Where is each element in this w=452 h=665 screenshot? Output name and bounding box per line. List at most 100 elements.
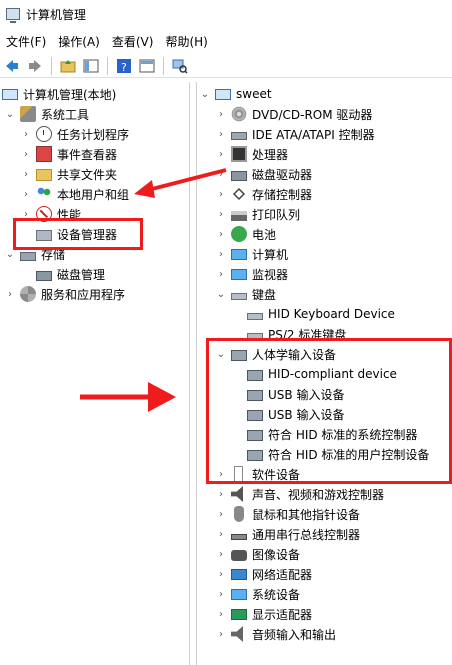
chevron-right-icon[interactable]: ›: [215, 168, 227, 180]
menu-view[interactable]: 查看(V): [106, 33, 160, 50]
disk-drive-icon: [231, 170, 247, 181]
chevron-down-icon[interactable]: ⌄: [4, 248, 16, 260]
up-level-button[interactable]: [58, 56, 78, 76]
chevron-right-icon[interactable]: ›: [215, 148, 227, 160]
show-hide-tree-button[interactable]: [81, 56, 101, 76]
chevron-right-icon[interactable]: ›: [215, 108, 227, 120]
chevron-down-icon[interactable]: ⌄: [4, 108, 16, 120]
device-item[interactable]: PS/2 标准键盘: [247, 324, 346, 344]
device-category[interactable]: › 显示适配器: [215, 604, 312, 624]
chevron-right-icon[interactable]: ›: [215, 468, 227, 480]
tree-label: 事件查看器: [57, 147, 118, 162]
chevron-right-icon[interactable]: ›: [215, 508, 227, 520]
chevron-right-icon[interactable]: ›: [20, 188, 32, 200]
device-item[interactable]: HID-compliant device: [247, 364, 397, 384]
tree-item-task-scheduler[interactable]: › 任务计划程序: [20, 124, 129, 144]
tree-item-storage[interactable]: ⌄ 存储: [4, 244, 65, 264]
chevron-right-icon[interactable]: ›: [20, 168, 32, 180]
device-item[interactable]: USB 输入设备: [247, 384, 344, 404]
device-category[interactable]: › 打印队列: [215, 204, 300, 224]
menu-help[interactable]: 帮助(H): [159, 33, 213, 50]
back-button[interactable]: [2, 56, 22, 76]
device-category[interactable]: › 监视器: [215, 264, 288, 284]
hid-icon: [247, 450, 263, 461]
device-category[interactable]: › 网络适配器: [215, 564, 312, 584]
device-manager-icon: [36, 230, 52, 241]
chevron-right-icon[interactable]: ›: [215, 188, 227, 200]
device-item[interactable]: HID Keyboard Device: [247, 304, 395, 324]
chevron-right-icon[interactable]: ›: [215, 268, 227, 280]
tree-label: 性能: [57, 207, 82, 222]
device-category[interactable]: › 处理器: [215, 144, 288, 164]
help-button[interactable]: ?: [114, 56, 134, 76]
tree-item-device-manager[interactable]: 设备管理器: [36, 224, 117, 244]
device-category[interactable]: › 图像设备: [215, 544, 300, 564]
menu-file[interactable]: 文件(F): [0, 33, 52, 50]
device-category[interactable]: › 存储控制器: [215, 184, 312, 204]
shared-folder-icon: [36, 169, 52, 181]
device-category-hid[interactable]: ⌄ 人体学输入设备: [215, 344, 336, 364]
menu-action[interactable]: 操作(A): [52, 33, 106, 50]
chevron-right-icon[interactable]: ›: [215, 588, 227, 600]
chevron-right-icon[interactable]: ›: [215, 248, 227, 260]
chevron-right-icon[interactable]: ›: [215, 568, 227, 580]
dvd-drive-icon: [231, 106, 247, 122]
chevron-right-icon[interactable]: ›: [215, 488, 227, 500]
chevron-right-icon[interactable]: ›: [215, 628, 227, 640]
tree-label: sweet: [236, 87, 272, 101]
device-item[interactable]: 符合 HID 标准的用户控制设备: [247, 444, 429, 464]
chevron-down-icon[interactable]: ⌄: [215, 348, 227, 360]
chevron-right-icon[interactable]: ›: [20, 208, 32, 220]
device-category[interactable]: › 电池: [215, 224, 276, 244]
device-category[interactable]: › 音频输入和输出: [215, 624, 336, 644]
processor-icon: [231, 146, 247, 162]
chevron-down-icon[interactable]: ⌄: [215, 288, 227, 300]
tree-label: 存储: [41, 247, 66, 262]
tree-label: 系统设备: [252, 587, 301, 602]
device-category[interactable]: › 系统设备: [215, 584, 300, 604]
chevron-right-icon[interactable]: ›: [215, 528, 227, 540]
properties-button[interactable]: [137, 56, 157, 76]
device-item[interactable]: USB 输入设备: [247, 404, 344, 424]
menu-bar: 文件(F) 操作(A) 查看(V) 帮助(H): [0, 30, 452, 52]
device-tree-root[interactable]: ⌄ sweet: [199, 84, 272, 104]
device-category[interactable]: › 计算机: [215, 244, 288, 264]
device-category[interactable]: › 鼠标和其他指针设备: [215, 504, 360, 524]
chevron-right-icon[interactable]: ›: [215, 128, 227, 140]
tree-item-system-tools[interactable]: ⌄ 系统工具: [4, 104, 89, 124]
tree-item-services-apps[interactable]: › 服务和应用程序: [4, 284, 125, 304]
tree-item-shared-folders[interactable]: › 共享文件夹: [20, 164, 117, 184]
tree-item-event-viewer[interactable]: › 事件查看器: [20, 144, 117, 164]
device-category[interactable]: › 磁盘驱动器: [215, 164, 312, 184]
chevron-right-icon[interactable]: ›: [20, 128, 32, 140]
tree-item-root[interactable]: 计算机管理(本地): [2, 84, 116, 104]
clock-icon: [36, 126, 52, 142]
hid-icon: [247, 390, 263, 401]
chevron-right-icon[interactable]: ›: [215, 608, 227, 620]
device-category[interactable]: › 声音、视频和游戏控制器: [215, 484, 384, 504]
arrow-right-icon: [29, 59, 41, 72]
tree-label: 任务计划程序: [57, 127, 130, 142]
tree-label: 共享文件夹: [57, 167, 118, 182]
device-item[interactable]: 符合 HID 标准的系统控制器: [247, 424, 417, 444]
device-category[interactable]: › DVD/CD-ROM 驱动器: [215, 104, 372, 124]
chevron-right-icon[interactable]: ›: [4, 288, 16, 300]
forward-button[interactable]: [25, 56, 45, 76]
device-category-keyboard[interactable]: ⌄ 键盘: [215, 284, 276, 304]
device-category[interactable]: › IDE ATA/ATAPI 控制器: [215, 124, 375, 144]
tree-label: USB 输入设备: [268, 387, 345, 402]
tree-item-disk-management[interactable]: 磁盘管理: [36, 264, 105, 284]
chevron-down-icon[interactable]: ⌄: [199, 88, 211, 100]
chevron-right-icon[interactable]: ›: [215, 208, 227, 220]
tree-item-local-users[interactable]: › 本地用户和组: [20, 184, 129, 204]
chevron-right-icon[interactable]: ›: [20, 148, 32, 160]
tree-label: 网络适配器: [252, 567, 313, 582]
scan-hardware-button[interactable]: [170, 56, 190, 76]
device-category[interactable]: › 软件设备: [215, 464, 300, 484]
toolbar-separator: [51, 56, 52, 75]
chevron-right-icon[interactable]: ›: [215, 228, 227, 240]
device-category[interactable]: › 通用串行总线控制器: [215, 524, 360, 544]
chevron-right-icon[interactable]: ›: [215, 548, 227, 560]
printer-icon: [231, 210, 247, 221]
tree-item-performance[interactable]: › 性能: [20, 204, 81, 224]
